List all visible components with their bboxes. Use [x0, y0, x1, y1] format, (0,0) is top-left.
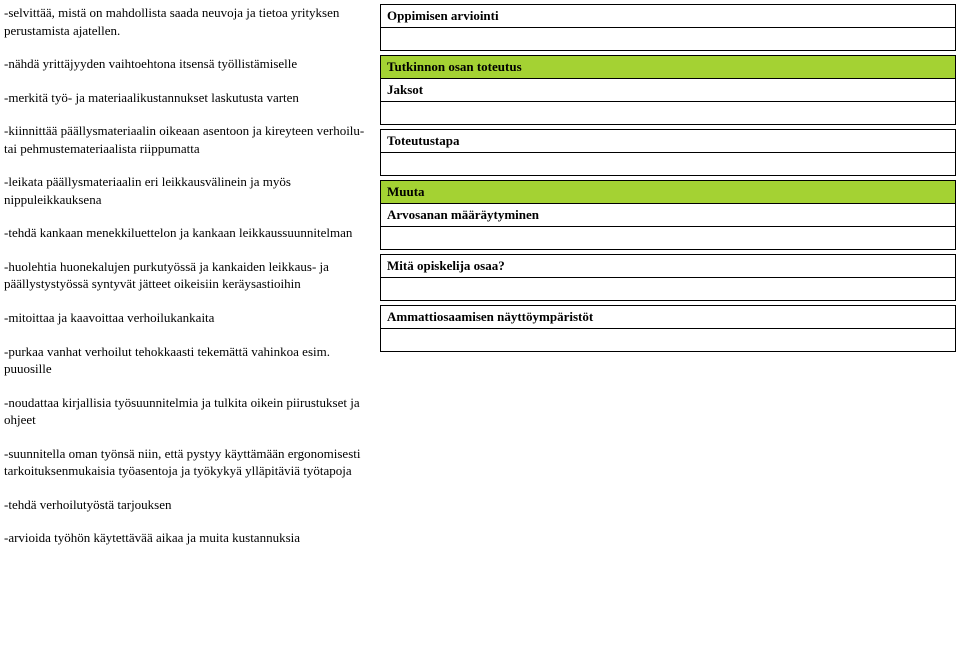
- left-item-3: -merkitä työ- ja materiaalikustannukset …: [4, 89, 374, 107]
- content-jaksot: [381, 102, 956, 125]
- content-ammattiosaamisen: [381, 329, 956, 352]
- section-mita-opiskelija-osaa: Mitä opiskelija osaa?: [380, 254, 956, 301]
- left-item-6: -tehdä kankaan menekkiluettelon ja kanka…: [4, 224, 374, 242]
- heading-arvosanan-maaraytyminen: Arvosanan määräytyminen: [381, 204, 956, 227]
- section-toteutustapa: Toteutustapa: [380, 129, 956, 176]
- heading-tutkinnon-osan-toteutus: Tutkinnon osan toteutus: [381, 56, 956, 79]
- content-toteutustapa: [381, 153, 956, 176]
- left-item-11: -suunnitella oman työnsä niin, että pyst…: [4, 445, 374, 480]
- left-item-10: -noudattaa kirjallisia työsuunnitelmia j…: [4, 394, 374, 429]
- content-oppimisen-arviointi: [381, 28, 956, 51]
- left-item-1: -selvittää, mistä on mahdollista saada n…: [4, 4, 374, 39]
- section-muuta: Muuta Arvosanan määräytyminen: [380, 180, 956, 250]
- section-ammattiosaamisen-nayttoymparistot: Ammattiosaamisen näyttöympäristöt: [380, 305, 956, 352]
- content-arvosanan: [381, 227, 956, 250]
- section-oppimisen-arviointi: Oppimisen arviointi: [380, 4, 956, 51]
- heading-mita-opiskelija-osaa: Mitä opiskelija osaa?: [381, 255, 956, 278]
- left-item-4: -kiinnittää päällysmateriaalin oikeaan a…: [4, 122, 374, 157]
- section-tutkinnon-osan-toteutus: Tutkinnon osan toteutus Jaksot: [380, 55, 956, 125]
- content-mita-opiskelija: [381, 278, 956, 301]
- left-column: -selvittää, mistä on mahdollista saada n…: [4, 4, 374, 563]
- heading-ammattiosaamisen-nayttoymparistot: Ammattiosaamisen näyttöympäristöt: [381, 306, 956, 329]
- left-item-8: -mitoittaa ja kaavoittaa verhoilukankait…: [4, 309, 374, 327]
- heading-oppimisen-arviointi: Oppimisen arviointi: [381, 5, 956, 28]
- left-item-13: -arvioida työhön käytettävää aikaa ja mu…: [4, 529, 374, 547]
- left-item-9: -purkaa vanhat verhoilut tehokkaasti tek…: [4, 343, 374, 378]
- heading-muuta: Muuta: [381, 181, 956, 204]
- heading-jaksot: Jaksot: [381, 79, 956, 102]
- left-item-2: -nähdä yrittäjyyden vaihtoehtona itsensä…: [4, 55, 374, 73]
- page-layout: -selvittää, mistä on mahdollista saada n…: [4, 4, 956, 563]
- left-item-7: -huolehtia huonekalujen purkutyössä ja k…: [4, 258, 374, 293]
- right-column: Oppimisen arviointi Tutkinnon osan toteu…: [380, 4, 956, 356]
- heading-toteutustapa: Toteutustapa: [381, 130, 956, 153]
- left-item-12: -tehdä verhoilutyöstä tarjouksen: [4, 496, 374, 514]
- left-item-5: -leikata päällysmateriaalin eri leikkaus…: [4, 173, 374, 208]
